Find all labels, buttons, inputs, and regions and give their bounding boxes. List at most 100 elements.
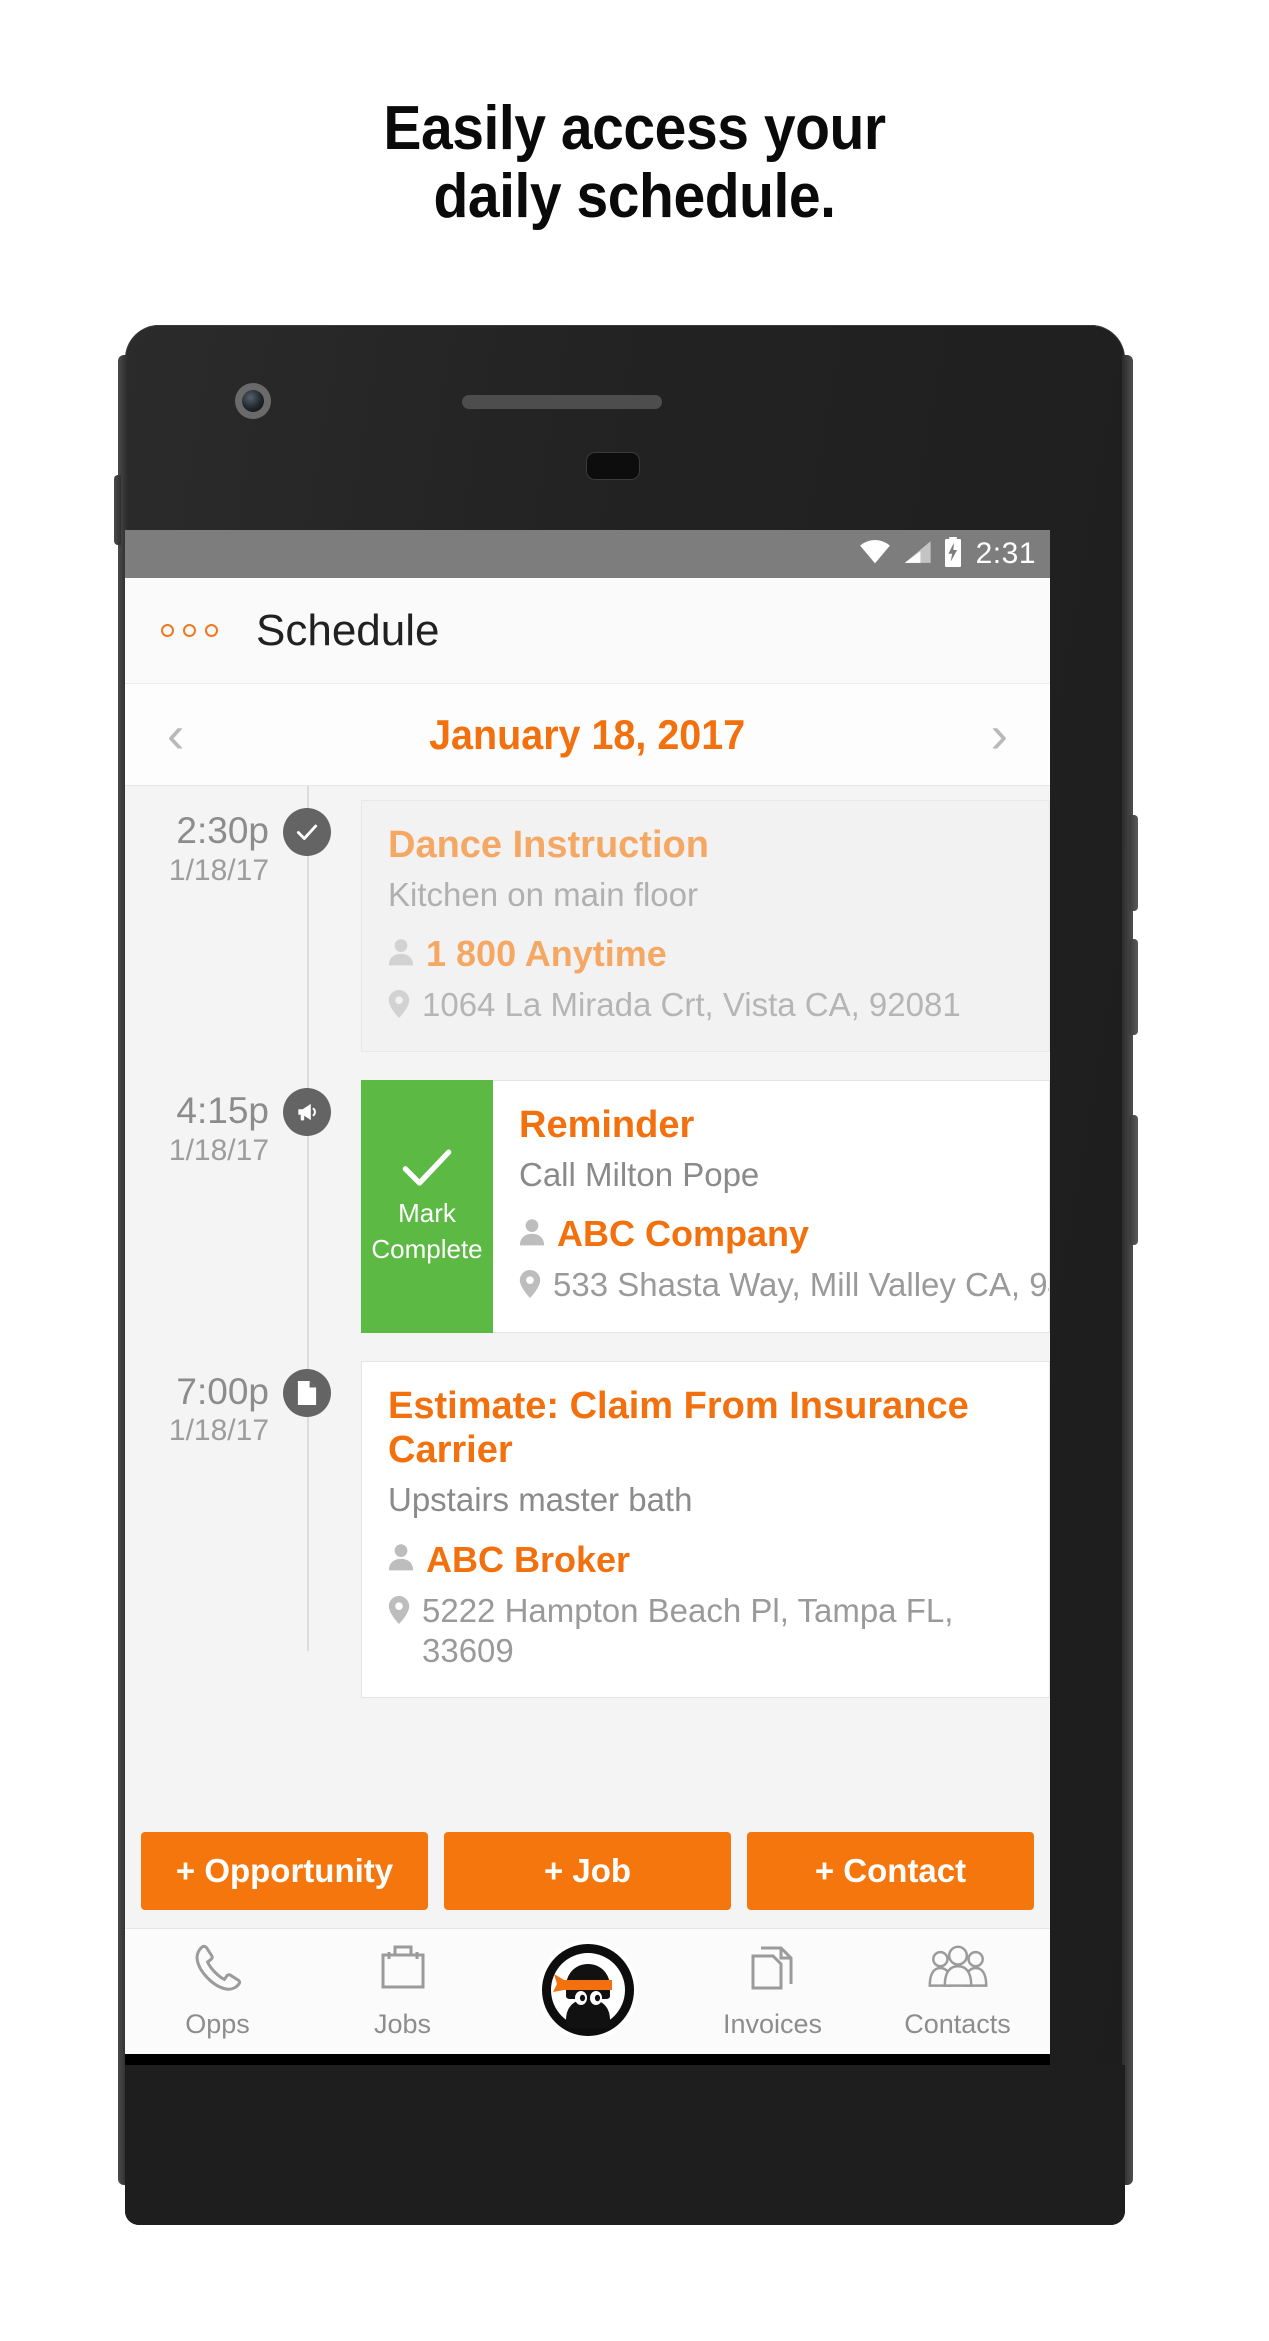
- nav-item-opps[interactable]: Opps: [128, 1940, 308, 2040]
- nav-item-contacts[interactable]: Contacts: [868, 1940, 1048, 2040]
- row-marker: [275, 1066, 339, 1137]
- card-subtitle: Call Milton Pope: [519, 1156, 760, 1194]
- chevron-right-icon[interactable]: ›: [979, 709, 1020, 761]
- briefcase-icon: [375, 1940, 431, 2001]
- row-time: 2:30p: [176, 810, 269, 851]
- sensor-window: [587, 453, 639, 479]
- map-pin-icon: [388, 1591, 410, 1629]
- front-camera-icon: [235, 383, 271, 419]
- row-date: 1/18/17: [168, 1133, 269, 1167]
- headline-line-1: Easily access your: [383, 94, 886, 163]
- card-address-row[interactable]: 1064 La Mirada Crt, Vista CA, 92081: [388, 985, 1023, 1025]
- map-pin-icon: [388, 985, 410, 1023]
- add-contact-button[interactable]: + Contact: [747, 1832, 1034, 1910]
- chevron-left-icon[interactable]: ‹: [155, 709, 196, 761]
- schedule-row[interactable]: 2:30p 1/18/17 Dance Instruction Kitchen …: [125, 786, 1050, 1066]
- row-card-slot: Estimate: Claim From Insurance Carrier U…: [361, 1360, 1050, 1699]
- battery-charging-icon: [942, 536, 964, 572]
- app-bar: Schedule: [125, 578, 1050, 684]
- current-date-label: January 18, 2017: [429, 710, 746, 758]
- row-card-slot: Dance Instruction Kitchen on main floor …: [361, 800, 1050, 1053]
- schedule-card[interactable]: Dance Instruction Kitchen on main floor …: [361, 800, 1050, 1053]
- person-icon: [388, 938, 414, 971]
- row-marker: [275, 786, 339, 856]
- ninja-logo-icon: [537, 1940, 638, 2040]
- row-date: 1/18/17: [168, 1414, 269, 1448]
- mark-complete-label-1: Mark: [398, 1198, 456, 1229]
- card-contact-row[interactable]: ABC Broker: [388, 1539, 1023, 1581]
- card-address: 5222 Hampton Beach Pl, Tampa FL, 33609: [422, 1591, 954, 1669]
- row-date: 1/18/17: [168, 853, 269, 887]
- card-subtitle: Kitchen on main floor: [388, 875, 699, 913]
- megaphone-icon: [283, 1088, 331, 1137]
- bottom-navigation-bar: Opps Jobs Invoices Contacts: [125, 1928, 1050, 2054]
- check-circle-icon: [283, 808, 331, 856]
- card-contact-name: ABC Company: [557, 1213, 810, 1255]
- document-icon: [283, 1368, 331, 1417]
- nav-item-home-logo[interactable]: [498, 1940, 678, 2040]
- power-button[interactable]: [1129, 1115, 1138, 1245]
- nav-label-jobs: Jobs: [373, 2009, 432, 2039]
- volume-down-button[interactable]: [1129, 939, 1138, 1035]
- android-navigation-bar: [125, 2054, 1050, 2065]
- checkmark-icon: [402, 1148, 452, 1193]
- schedule-card[interactable]: Estimate: Claim From Insurance Carrier U…: [361, 1360, 1050, 1699]
- row-card-slot: Mark Complete Reminder Call Milton Pope: [361, 1080, 1050, 1333]
- card-contact-name: 1 800 Anytime: [426, 933, 667, 975]
- row-time: 4:15p: [176, 1090, 269, 1132]
- schedule-list[interactable]: 2:30p 1/18/17 Dance Instruction Kitchen …: [125, 786, 1050, 1816]
- three-dots-menu-icon[interactable]: [161, 624, 218, 637]
- person-icon: [388, 1543, 414, 1576]
- phone-mockup: 2:31 Schedule ‹ January 18, 2017 › 2:30p…: [114, 325, 1138, 2275]
- volume-up-button[interactable]: [1129, 815, 1138, 911]
- phone-body: 2:31 Schedule ‹ January 18, 2017 › 2:30p…: [114, 325, 1138, 2225]
- nav-label-invoices: Invoices: [722, 2009, 823, 2039]
- add-job-button[interactable]: + Job: [444, 1832, 731, 1910]
- wifi-icon: [858, 539, 892, 570]
- card-title: Reminder: [519, 1104, 695, 1147]
- earpiece-speaker-grille: [462, 395, 662, 409]
- card-address-row[interactable]: 5222 Hampton Beach Pl, Tampa FL, 33609: [388, 1591, 1023, 1672]
- sim-tray: [114, 475, 121, 545]
- map-pin-icon: [519, 1265, 541, 1303]
- nav-item-jobs[interactable]: Jobs: [313, 1940, 493, 2040]
- schedule-row[interactable]: 4:15p 1/18/17 Mark Complete Reminder Cal…: [125, 1066, 1050, 1346]
- card-address-row[interactable]: 533 Shasta Way, Mill Valley CA, 94: [519, 1265, 1049, 1305]
- card-title: Estimate: Claim From Insurance Carrier: [388, 1384, 969, 1472]
- schedule-card[interactable]: Reminder Call Milton Pope ABC Company 53…: [493, 1080, 1050, 1333]
- status-bar: 2:31: [125, 530, 1050, 578]
- quick-action-bar: + Opportunity + Job + Contact: [125, 1816, 1050, 1928]
- phone-screen: 2:31 Schedule ‹ January 18, 2017 › 2:30p…: [125, 530, 1050, 2065]
- phone-right-edge: [1122, 355, 1133, 2185]
- card-address: 1064 La Mirada Crt, Vista CA, 92081: [422, 986, 961, 1024]
- cellular-signal-icon: [902, 539, 932, 570]
- date-navigation-bar: ‹ January 18, 2017 ›: [125, 684, 1050, 786]
- row-time-block: 2:30p 1/18/17: [125, 786, 275, 889]
- mark-complete-button[interactable]: Mark Complete: [361, 1080, 493, 1333]
- card-subtitle: Upstairs master bath: [388, 1481, 693, 1519]
- row-time: 7:00p: [176, 1370, 269, 1412]
- row-time-block: 4:15p 1/18/17: [125, 1066, 275, 1169]
- contacts-group-icon: [928, 1940, 988, 2001]
- card-contact-name: ABC Broker: [426, 1538, 631, 1580]
- card-title: Dance Instruction: [388, 824, 709, 866]
- nav-item-invoices[interactable]: Invoices: [683, 1940, 863, 2040]
- promo-headline: Easily access your daily schedule.: [0, 0, 1269, 231]
- card-contact-row[interactable]: 1 800 Anytime: [388, 933, 1023, 975]
- documents-icon: [745, 1940, 801, 2001]
- card-address: 533 Shasta Way, Mill Valley CA, 94: [553, 1266, 1050, 1304]
- headline-line-2: daily schedule.: [433, 162, 836, 232]
- phone-chin: [125, 2065, 1125, 2225]
- nav-label-contacts: Contacts: [904, 2009, 1011, 2039]
- add-opportunity-button[interactable]: + Opportunity: [141, 1832, 428, 1910]
- phone-icon: [190, 1940, 246, 2001]
- row-time-block: 7:00p 1/18/17: [125, 1347, 275, 1450]
- row-marker: [275, 1347, 339, 1417]
- mark-complete-label-2: Complete: [371, 1233, 483, 1264]
- card-contact-row[interactable]: ABC Company: [519, 1213, 1023, 1255]
- schedule-row[interactable]: 7:00p 1/18/17 Estimate: Claim From Insur…: [125, 1347, 1050, 1712]
- nav-label-opps: Opps: [185, 2009, 250, 2039]
- person-icon: [519, 1218, 545, 1251]
- status-bar-clock: 2:31: [975, 537, 1036, 570]
- page-title: Schedule: [256, 605, 440, 655]
